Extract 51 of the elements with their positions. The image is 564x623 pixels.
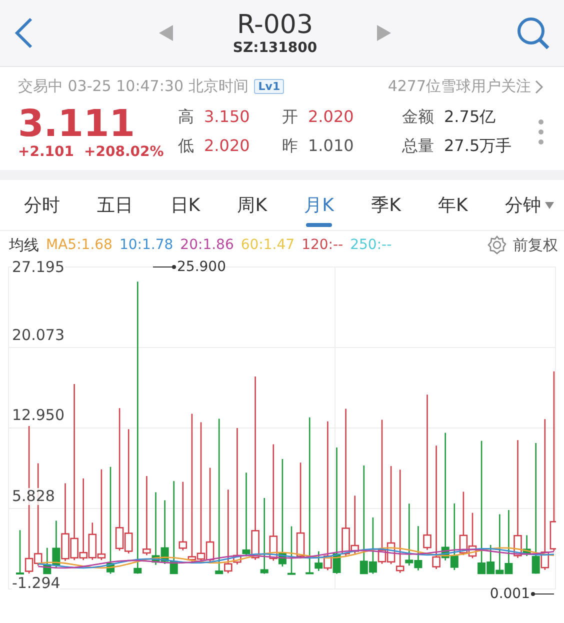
caret-icon bbox=[544, 202, 554, 208]
stat-value: 2.020 bbox=[204, 136, 250, 157]
max-price-label: 25.900 bbox=[177, 259, 226, 275]
previous-icon[interactable] bbox=[158, 25, 173, 41]
current-price: 3.111 bbox=[18, 104, 136, 144]
moving-average-label: 均线 bbox=[9, 236, 39, 254]
percent-change: +208.02% bbox=[84, 144, 164, 160]
leader-line bbox=[153, 264, 177, 270]
back-icon[interactable] bbox=[14, 17, 34, 49]
period-tab[interactable]: 五日 bbox=[97, 180, 134, 230]
axis-label: 5.828 bbox=[12, 488, 55, 504]
stat-label: 金额 bbox=[402, 107, 434, 128]
adjust-button[interactable]: 前复权 bbox=[487, 235, 558, 255]
search-icon[interactable] bbox=[516, 16, 550, 50]
candle bbox=[459, 492, 468, 556]
moving-average-value: 60:1.47 bbox=[240, 237, 295, 253]
period-tab[interactable]: 季K bbox=[371, 180, 401, 230]
period-tab[interactable]: 分钟 bbox=[504, 180, 554, 230]
period-tab[interactable]: 日K bbox=[170, 180, 200, 230]
stat-value: 27.5万手 bbox=[444, 136, 512, 157]
period-tab[interactable]: 周K bbox=[237, 180, 267, 230]
stat-value: 2.75亿 bbox=[444, 107, 496, 128]
axis-label: 20.073 bbox=[12, 326, 64, 344]
moving-average-value: MA5:1.68 bbox=[46, 237, 112, 253]
stat-value: 3.150 bbox=[204, 107, 250, 128]
stat-label: 开 bbox=[282, 107, 298, 128]
price-change: +2.101 bbox=[18, 144, 74, 160]
more-icon[interactable] bbox=[538, 119, 544, 145]
trading-status: 交易中 03-25 10:47:30 北京时间 bbox=[18, 77, 248, 96]
chevron-icon bbox=[535, 80, 544, 94]
moving-average-value: 20:1.86 bbox=[180, 237, 234, 253]
period-tab[interactable]: 年K bbox=[438, 180, 468, 230]
axis-label: -1.294 bbox=[12, 575, 60, 592]
min-price-label: 0.001 bbox=[490, 586, 530, 602]
stat-value: 2.020 bbox=[308, 107, 354, 128]
period-tab[interactable]: 月K bbox=[304, 180, 334, 230]
stock-name: R-003 bbox=[236, 10, 314, 40]
stat-label: 低 bbox=[178, 136, 194, 157]
period-tab[interactable]: 分时 bbox=[24, 180, 60, 230]
moving-average-value: 120:-- bbox=[302, 237, 344, 253]
next-icon[interactable] bbox=[377, 25, 392, 41]
moving-average-value: 10:1.78 bbox=[119, 237, 174, 253]
leader-line bbox=[530, 591, 554, 597]
stat-label: 高 bbox=[178, 107, 194, 128]
stat-label: 总量 bbox=[402, 136, 434, 157]
gear-icon bbox=[487, 235, 507, 255]
stat-value: 1.010 bbox=[308, 136, 354, 157]
stat-label: 昨 bbox=[282, 136, 298, 157]
level-badge: Lv1 bbox=[254, 79, 284, 94]
moving-average-value: 250:-- bbox=[350, 237, 392, 253]
stock-code: SZ:131800 bbox=[232, 40, 318, 56]
